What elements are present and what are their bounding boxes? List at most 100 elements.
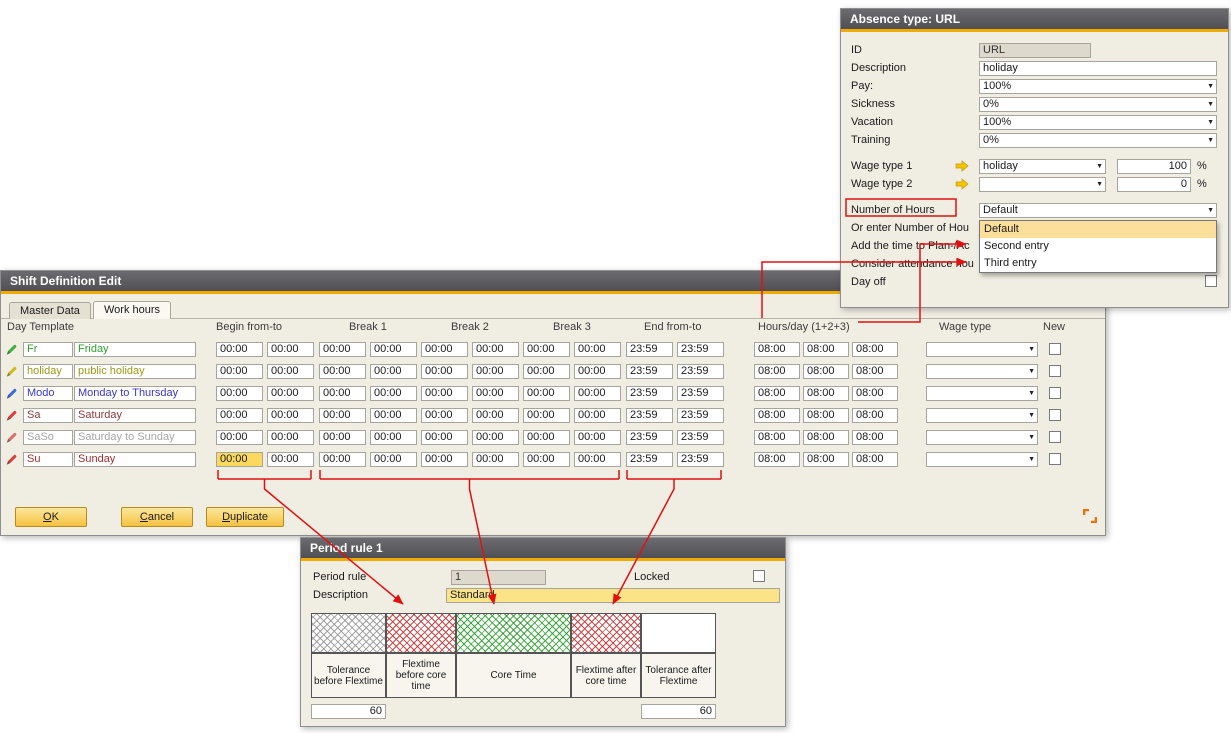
dropdown-arrow-icon[interactable]: ▼: [1028, 390, 1035, 398]
day-template-code-field[interactable]: Fr: [23, 342, 73, 357]
dropdown-arrow-icon[interactable]: ▼: [1028, 368, 1035, 376]
duplicate-button[interactable]: Duplicate: [206, 507, 284, 527]
time-field[interactable]: 00:00: [574, 364, 621, 379]
day-template-description-field[interactable]: Monday to Thursday: [74, 386, 196, 401]
description-field[interactable]: holiday: [979, 61, 1217, 76]
tab-master-data[interactable]: Master Data: [9, 302, 91, 319]
hours-day-field[interactable]: 08:00: [754, 342, 800, 357]
tab-work-hours[interactable]: Work hours: [93, 301, 171, 319]
hours-day-field[interactable]: 08:00: [803, 452, 849, 467]
hours-day-field[interactable]: 08:00: [852, 408, 898, 423]
hours-day-field[interactable]: 08:00: [803, 408, 849, 423]
dropdown-arrow-icon[interactable]: ▼: [1028, 412, 1035, 420]
day-template-description-field[interactable]: Friday: [74, 342, 196, 357]
time-field[interactable]: 23:59: [626, 452, 673, 467]
time-field[interactable]: 00:00: [319, 452, 366, 467]
time-field[interactable]: 23:59: [677, 364, 724, 379]
time-field[interactable]: 00:00: [574, 342, 621, 357]
time-field[interactable]: 00:00: [370, 452, 417, 467]
hours-day-field[interactable]: 08:00: [852, 364, 898, 379]
time-field[interactable]: 00:00: [523, 364, 570, 379]
time-field[interactable]: 00:00: [421, 430, 468, 445]
hours-day-field[interactable]: 08:00: [803, 342, 849, 357]
id-field[interactable]: URL: [979, 43, 1091, 58]
dropdown-item-default[interactable]: Default: [980, 221, 1216, 238]
time-field[interactable]: 23:59: [677, 430, 724, 445]
locked-checkbox[interactable]: [753, 570, 765, 582]
dropdown-arrow-icon[interactable]: ▼: [1207, 119, 1214, 127]
time-field[interactable]: 23:59: [626, 342, 673, 357]
link-arrow-icon[interactable]: [955, 178, 969, 192]
wage-type-select[interactable]: ▼: [926, 364, 1038, 379]
hours-day-field[interactable]: 08:00: [852, 386, 898, 401]
time-field[interactable]: 23:59: [677, 386, 724, 401]
time-field[interactable]: 00:00: [267, 364, 314, 379]
time-field[interactable]: 00:00: [319, 408, 366, 423]
wage-type-select[interactable]: ▼: [926, 430, 1038, 445]
time-field[interactable]: 00:00: [523, 408, 570, 423]
new-checkbox[interactable]: [1049, 365, 1061, 377]
time-field[interactable]: 00:00: [216, 386, 263, 401]
hours-day-field[interactable]: 08:00: [852, 452, 898, 467]
hours-day-field[interactable]: 08:00: [852, 430, 898, 445]
time-field[interactable]: 00:00: [319, 430, 366, 445]
day-off-checkbox[interactable]: [1205, 275, 1217, 287]
wage-type-2-percent-field[interactable]: 0: [1117, 177, 1191, 192]
dropdown-item-second-entry[interactable]: Second entry: [980, 238, 1216, 255]
hours-day-field[interactable]: 08:00: [852, 342, 898, 357]
new-checkbox[interactable]: [1049, 453, 1061, 465]
time-field[interactable]: 00:00: [370, 408, 417, 423]
hours-day-field[interactable]: 08:00: [754, 386, 800, 401]
time-field[interactable]: 23:59: [677, 452, 724, 467]
time-field[interactable]: 00:00: [319, 386, 366, 401]
resize-corners-icon[interactable]: [1083, 509, 1097, 523]
time-field[interactable]: 00:00: [370, 430, 417, 445]
time-field[interactable]: 23:59: [626, 364, 673, 379]
time-field[interactable]: 23:59: [626, 386, 673, 401]
hours-day-field[interactable]: 08:00: [803, 364, 849, 379]
time-field[interactable]: 00:00: [267, 430, 314, 445]
time-field[interactable]: 00:00: [523, 430, 570, 445]
vacation-select[interactable]: 100% ▼: [979, 115, 1217, 130]
time-field[interactable]: 23:59: [626, 430, 673, 445]
time-field[interactable]: 00:00: [421, 408, 468, 423]
description-field[interactable]: Standard: [446, 588, 780, 603]
new-checkbox[interactable]: [1049, 387, 1061, 399]
dropdown-arrow-icon[interactable]: ▼: [1028, 434, 1035, 442]
time-field[interactable]: 23:59: [677, 342, 724, 357]
new-checkbox[interactable]: [1049, 431, 1061, 443]
dropdown-item-third-entry[interactable]: Third entry: [980, 255, 1216, 272]
tolerance-after-field[interactable]: 60: [641, 704, 716, 719]
time-field[interactable]: 00:00: [319, 364, 366, 379]
hours-day-field[interactable]: 08:00: [803, 430, 849, 445]
hours-day-field[interactable]: 08:00: [754, 452, 800, 467]
time-field[interactable]: 00:00: [216, 452, 263, 467]
time-field[interactable]: 00:00: [574, 452, 621, 467]
number-of-hours-select[interactable]: Default ▼: [979, 203, 1217, 218]
time-field[interactable]: 00:00: [472, 386, 519, 401]
dropdown-arrow-icon[interactable]: ▼: [1207, 101, 1214, 109]
time-field[interactable]: 00:00: [370, 386, 417, 401]
hours-day-field[interactable]: 08:00: [754, 408, 800, 423]
time-field[interactable]: 00:00: [523, 342, 570, 357]
dropdown-arrow-icon[interactable]: ▼: [1207, 207, 1214, 215]
ok-button[interactable]: OK: [15, 507, 87, 527]
time-field[interactable]: 23:59: [677, 408, 724, 423]
time-field[interactable]: 00:00: [421, 342, 468, 357]
time-field[interactable]: 00:00: [216, 430, 263, 445]
sickness-select[interactable]: 0% ▼: [979, 97, 1217, 112]
wage-type-1-select[interactable]: holiday ▼: [979, 159, 1106, 174]
time-field[interactable]: 00:00: [472, 364, 519, 379]
link-arrow-icon[interactable]: [955, 160, 969, 174]
pay-select[interactable]: 100% ▼: [979, 79, 1217, 94]
time-field[interactable]: 00:00: [421, 364, 468, 379]
wage-type-select[interactable]: ▼: [926, 408, 1038, 423]
cancel-button[interactable]: Cancel: [121, 507, 193, 527]
dropdown-arrow-icon[interactable]: ▼: [1207, 83, 1214, 91]
new-checkbox[interactable]: [1049, 409, 1061, 421]
day-template-code-field[interactable]: Su: [23, 452, 73, 467]
time-field[interactable]: 00:00: [267, 386, 314, 401]
hours-day-field[interactable]: 08:00: [754, 430, 800, 445]
time-field[interactable]: 00:00: [472, 430, 519, 445]
dropdown-arrow-icon[interactable]: ▼: [1096, 181, 1103, 189]
